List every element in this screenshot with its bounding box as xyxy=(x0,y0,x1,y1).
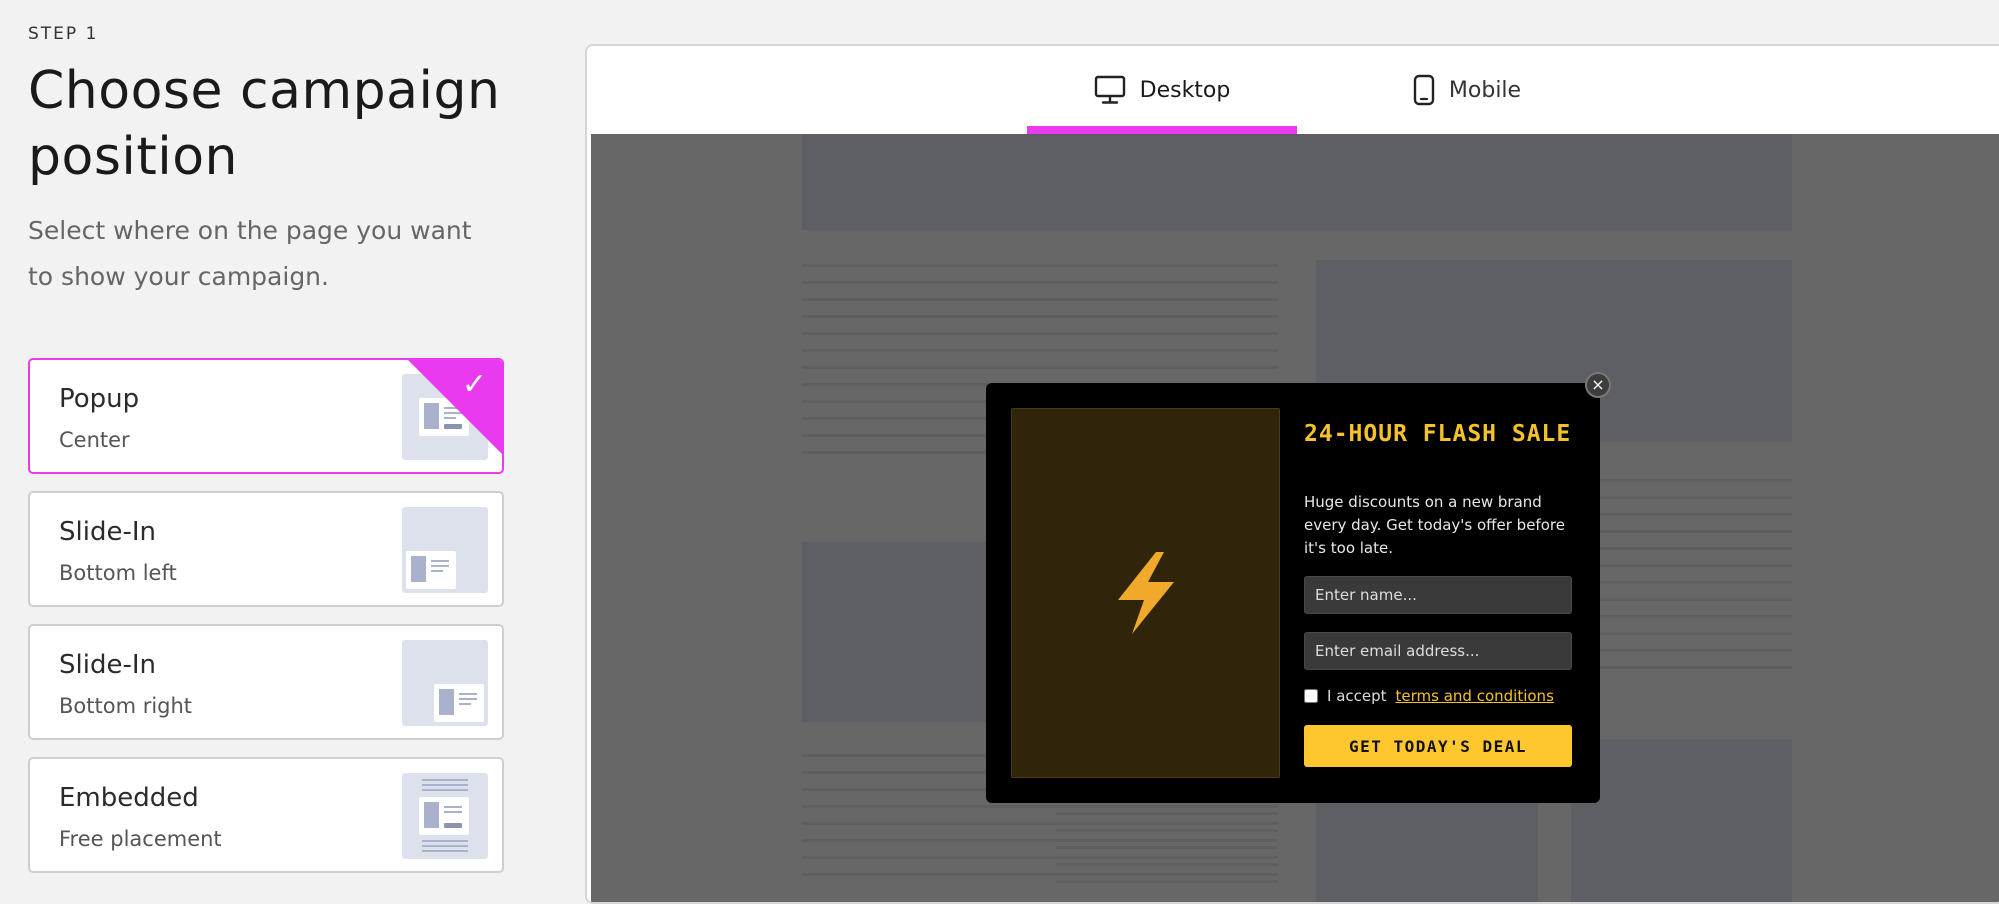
mock-text-line xyxy=(802,349,1278,352)
mock-text-line xyxy=(1571,598,1792,601)
mock-text-line xyxy=(1571,479,1792,482)
mock-text-line xyxy=(1571,564,1792,567)
position-card-subtitle: Bottom right xyxy=(59,694,193,718)
mock-text-line xyxy=(802,839,1278,842)
popup-title: 24-HOUR FLASH SALE xyxy=(1304,421,1572,447)
position-card-subtitle: Bottom left xyxy=(59,561,177,585)
name-input[interactable] xyxy=(1304,576,1572,614)
position-card-title: Slide-In xyxy=(59,650,156,680)
mock-text-line xyxy=(802,281,1278,284)
mock-text-line xyxy=(1571,632,1792,635)
position-card-embedded[interactable]: Embedded Free placement xyxy=(28,757,504,873)
position-card-subtitle: Free placement xyxy=(59,827,222,851)
device-tabs: Desktop Mobile xyxy=(587,46,1999,134)
mock-text-line xyxy=(1571,513,1792,516)
position-card-slidein-bottom-right[interactable]: Slide-In Bottom right xyxy=(28,624,504,740)
mock-text-line xyxy=(1571,615,1792,618)
checkmark-icon: ✓ xyxy=(461,367,487,402)
desktop-monitor-icon xyxy=(1094,75,1125,104)
mock-text-line xyxy=(802,315,1278,318)
terms-row: I accept terms and conditions xyxy=(1304,687,1554,705)
mock-text-line xyxy=(802,366,1278,369)
mock-text-line xyxy=(1056,812,1278,815)
position-card-title: Embedded xyxy=(59,783,199,813)
position-card-title: Popup xyxy=(59,384,140,414)
mock-text-line xyxy=(802,805,1278,808)
tab-label: Mobile xyxy=(1448,77,1522,103)
popup-image xyxy=(1011,408,1280,778)
tab-mobile[interactable]: Mobile xyxy=(1367,46,1567,134)
embedded-thumb-icon xyxy=(402,773,488,859)
campaign-popup: 24-HOUR FLASH SALE Huge discounts on a n… xyxy=(986,383,1600,803)
position-card-title: Slide-In xyxy=(59,517,156,547)
mock-text-line xyxy=(802,856,1278,859)
position-card-popup-center[interactable]: Popup Center ✓ xyxy=(28,358,504,474)
terms-link[interactable]: terms and conditions xyxy=(1396,687,1554,705)
mobile-phone-icon xyxy=(1413,74,1435,106)
mock-text-line xyxy=(802,822,1278,825)
accept-terms-checkbox[interactable] xyxy=(1304,689,1318,703)
mock-text-line xyxy=(1056,880,1278,883)
get-deal-button[interactable]: GET TODAY'S DEAL xyxy=(1304,725,1572,767)
slidein-bottom-left-thumb-icon xyxy=(402,507,488,593)
selected-indicator xyxy=(406,360,502,456)
mock-page-block xyxy=(1571,739,1792,902)
mock-text-line xyxy=(1571,496,1792,499)
mock-text-line xyxy=(1571,666,1792,669)
active-tab-indicator xyxy=(1027,126,1297,134)
position-card-subtitle: Center xyxy=(59,428,130,452)
mock-page-block xyxy=(802,542,1002,722)
mock-page-header xyxy=(802,134,1792,230)
mock-text-line xyxy=(1571,530,1792,533)
mock-text-line xyxy=(1056,863,1278,866)
email-input[interactable] xyxy=(1304,632,1572,670)
mock-text-line xyxy=(1571,649,1792,652)
mock-text-line xyxy=(1056,846,1278,849)
mock-text-line xyxy=(802,298,1278,301)
lightning-bolt-icon xyxy=(1117,552,1174,634)
page-subtitle: Select where on the page you want to sho… xyxy=(28,216,472,291)
slidein-bottom-right-thumb-icon xyxy=(402,640,488,726)
tab-desktop[interactable]: Desktop xyxy=(1027,46,1297,134)
mock-text-line xyxy=(1571,547,1792,550)
step-label: STEP 1 xyxy=(28,24,99,44)
mock-text-line xyxy=(1571,581,1792,584)
popup-description: Huge discounts on a new brand every day.… xyxy=(1304,493,1565,557)
page-title: Choose campaign position xyxy=(28,61,501,187)
accept-label: I accept xyxy=(1327,687,1387,705)
mock-text-line xyxy=(802,873,1278,876)
close-icon[interactable]: × xyxy=(1585,372,1611,398)
position-card-slidein-bottom-left[interactable]: Slide-In Bottom left xyxy=(28,491,504,607)
mock-text-line xyxy=(802,332,1278,335)
mock-text-line xyxy=(802,264,1278,267)
mock-text-line xyxy=(1056,829,1278,832)
tab-label: Desktop xyxy=(1139,77,1231,103)
